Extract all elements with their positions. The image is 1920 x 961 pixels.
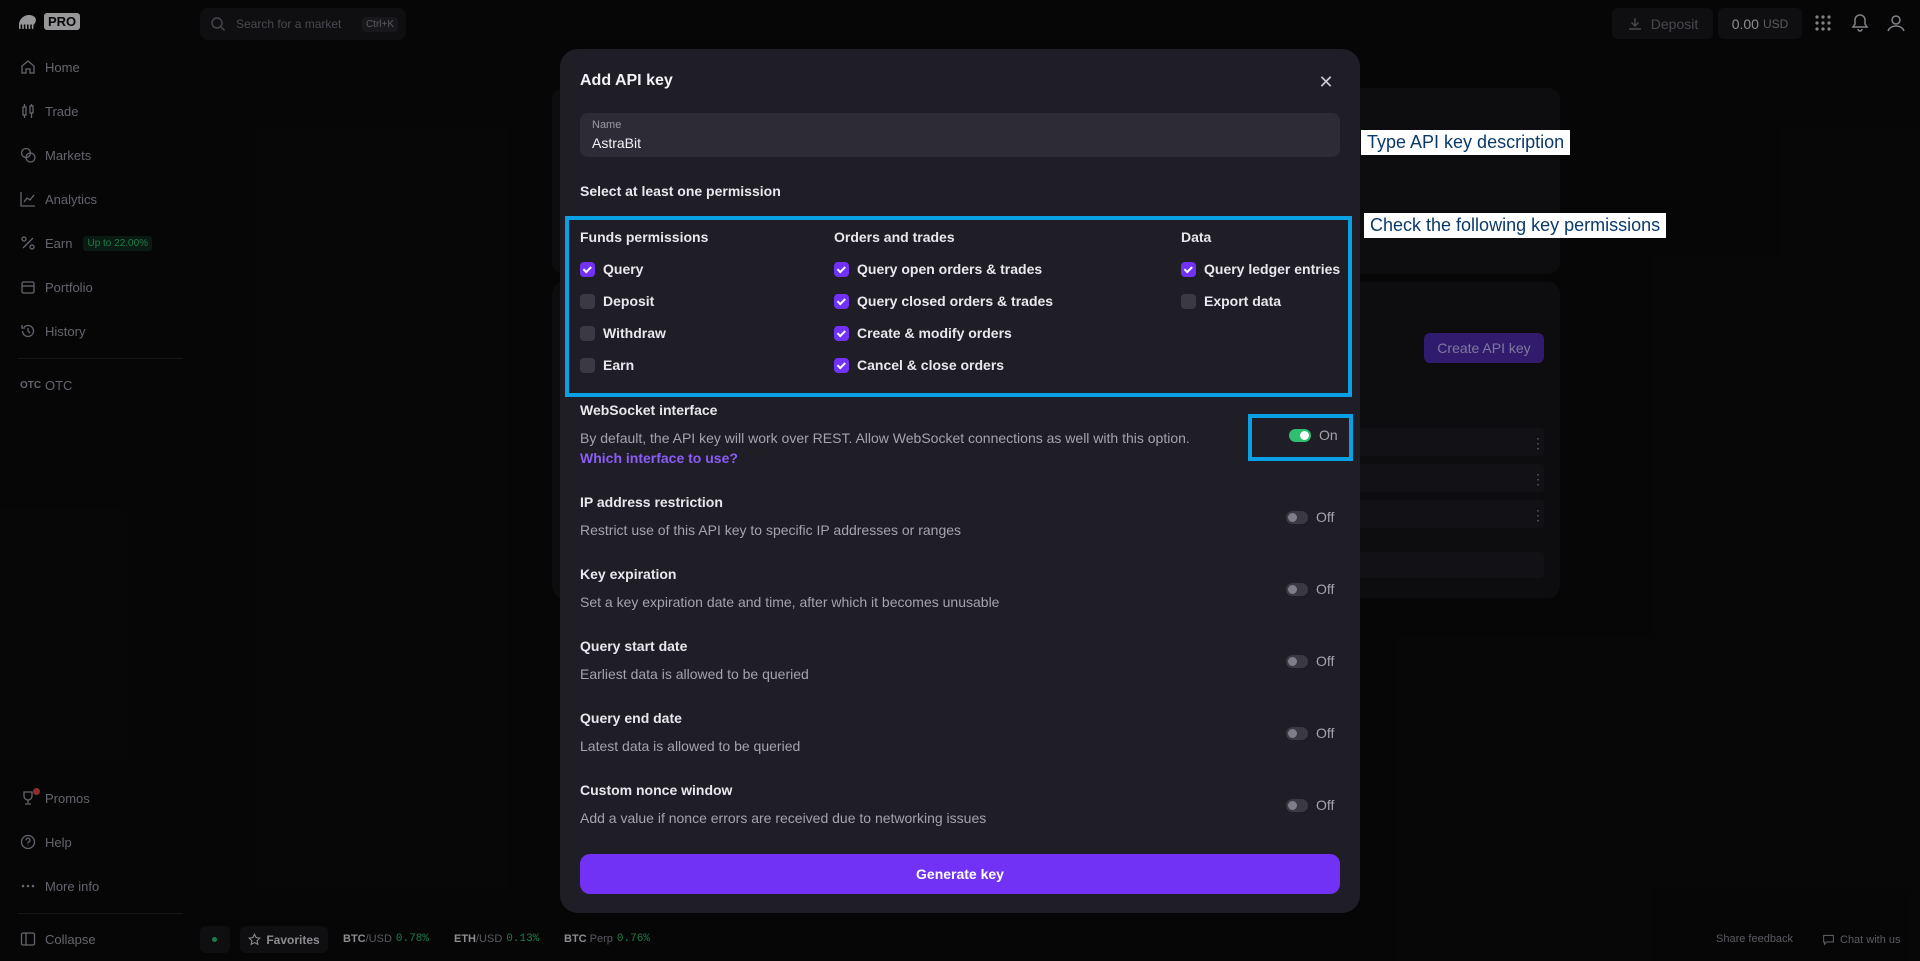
name-label: Name: [592, 119, 622, 131]
custom-nonce-toggle[interactable]: Off: [1286, 797, 1334, 813]
custom-nonce-description: Add a value if nonce errors are received…: [580, 810, 987, 826]
toggle-switch-off[interactable]: [1286, 726, 1308, 740]
toggle-state: Off: [1316, 725, 1335, 741]
ip-restriction-toggle[interactable]: Off: [1286, 509, 1334, 525]
name-field[interactable]: Name: [580, 113, 1340, 157]
close-icon[interactable]: ✕: [1316, 72, 1336, 92]
key-expiration-title: Key expiration: [580, 566, 677, 582]
query-end-date-title: Query end date: [580, 710, 682, 726]
toggle-state: Off: [1316, 653, 1335, 669]
name-input[interactable]: [592, 135, 1312, 151]
query-end-date-toggle[interactable]: Off: [1286, 725, 1334, 741]
key-expiration-toggle[interactable]: Off: [1286, 581, 1334, 597]
query-end-date-description: Latest data is allowed to be queried: [580, 738, 801, 754]
websocket-description: By default, the API key will work over R…: [580, 430, 1190, 446]
which-interface-link[interactable]: Which interface to use?: [580, 450, 738, 466]
toggle-state: Off: [1316, 581, 1335, 597]
query-start-date-description: Earliest data is allowed to be queried: [580, 666, 809, 682]
query-start-date-title: Query start date: [580, 638, 688, 654]
toggle-state: Off: [1316, 509, 1335, 525]
custom-nonce-title: Custom nonce window: [580, 782, 733, 798]
ip-restriction-title: IP address restriction: [580, 494, 723, 510]
toggle-state: Off: [1316, 797, 1335, 813]
websocket-title: WebSocket interface: [580, 402, 718, 418]
permissions-highlight-box: [565, 216, 1352, 397]
key-expiration-description: Set a key expiration date and time, afte…: [580, 594, 1000, 610]
generate-key-button[interactable]: Generate key: [580, 854, 1340, 894]
toggle-switch-off[interactable]: [1286, 582, 1308, 596]
permissions-heading: Select at least one permission: [580, 183, 781, 199]
toggle-switch-off[interactable]: [1286, 510, 1308, 524]
ip-restriction-description: Restrict use of this API key to specific…: [580, 522, 962, 538]
toggle-switch-off[interactable]: [1286, 798, 1308, 812]
add-api-key-modal: Add API key ✕ Name Select at least one p…: [560, 49, 1360, 913]
query-start-date-toggle[interactable]: Off: [1286, 653, 1334, 669]
name-hint-annotation: Type API key description: [1361, 130, 1571, 155]
toggle-switch-off[interactable]: [1286, 654, 1308, 668]
permissions-hint-annotation: Check the following key permissions: [1364, 213, 1667, 238]
modal-title: Add API key: [580, 72, 673, 89]
websocket-highlight-box: [1248, 414, 1353, 461]
